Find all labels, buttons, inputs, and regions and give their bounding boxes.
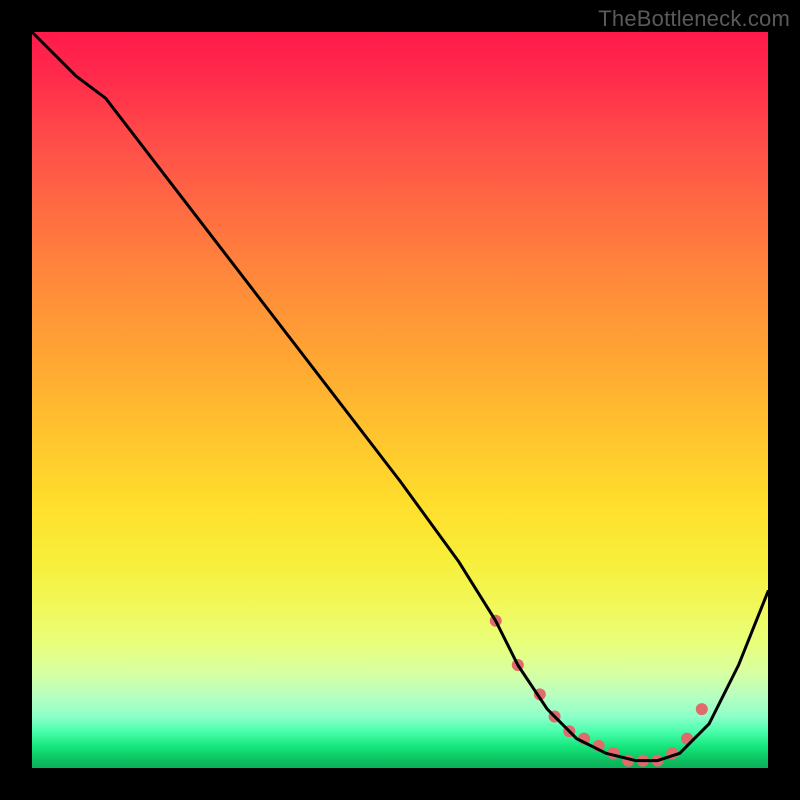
chart-stage: TheBottleneck.com (0, 0, 800, 800)
plot-area (32, 32, 768, 768)
chart-svg (32, 32, 768, 768)
watermark-text: TheBottleneck.com (598, 6, 790, 32)
marker-group (490, 615, 708, 767)
main-curve (32, 32, 768, 761)
marker-dot (696, 703, 708, 715)
